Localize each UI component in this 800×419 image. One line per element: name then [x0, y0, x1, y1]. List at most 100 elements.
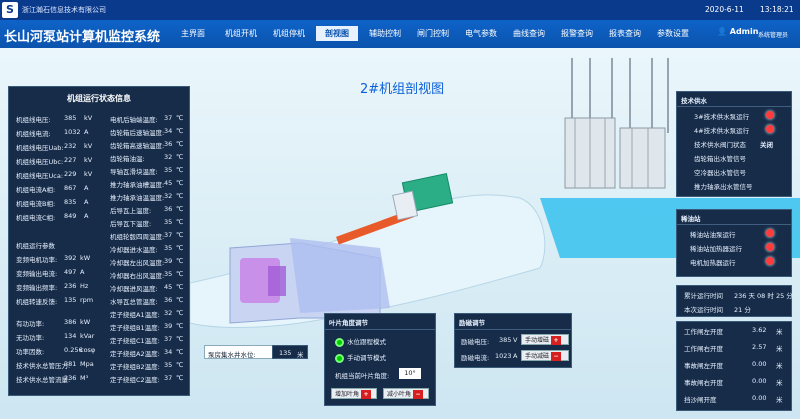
gate-opening-unit: 米 — [776, 379, 783, 387]
date-display: 2020-6-11 — [705, 5, 744, 14]
power-param-unit: kW — [80, 318, 91, 326]
power-param-unit: cosφ — [80, 346, 96, 354]
vfd-param-label: 机组运行参数 — [16, 242, 55, 250]
temp-param-value: 32 — [164, 192, 173, 200]
temp-param-label: 齿轮箱油温: — [110, 155, 145, 163]
power-param-value: 236 — [64, 374, 77, 382]
manual-increase-excitation-button[interactable]: 手动增磁 + — [521, 334, 569, 345]
excitation-title: 励磁调节 — [459, 319, 485, 327]
tab-gate-control[interactable]: 闸门控制 — [412, 26, 454, 41]
water-level-value: 135 — [279, 349, 292, 357]
manual-decrease-label: 手动减磁 — [525, 353, 550, 360]
temp-param-label: 机组轮毂四周温度: — [110, 233, 165, 241]
elec-param-value: 227 — [64, 156, 77, 164]
temp-param-label: 推力轴承油温温度: — [110, 194, 165, 202]
temp-param-value: 34 — [164, 348, 173, 356]
elec-param-value: 385 — [64, 114, 77, 122]
tech-water-item-label: 齿轮箱出水管信号 — [694, 155, 746, 163]
temp-param-unit: ℃ — [176, 348, 184, 356]
manual-decrease-excitation-button[interactable]: 手动减磁 − — [521, 350, 569, 361]
elec-param-unit: kV — [84, 142, 93, 150]
elec-param-label: 机组线电流: — [16, 130, 51, 138]
plus-icon: + — [361, 390, 372, 399]
temp-param-unit: ℃ — [176, 322, 184, 330]
gate-opening-label: 事故闸右开度 — [684, 379, 723, 387]
power-param-unit: Mpa — [80, 360, 94, 368]
temp-param-value: 36 — [164, 140, 173, 148]
temp-param-label: 定子绕组C2温度: — [110, 376, 160, 384]
elec-param-unit: A — [84, 128, 89, 136]
temp-param-unit: ℃ — [176, 335, 184, 343]
tab-unit-start[interactable]: 机组开机 — [220, 26, 262, 41]
blade-angle-input[interactable]: 10° — [399, 368, 421, 379]
temp-param-value: 34 — [164, 127, 173, 135]
tab-aux-control[interactable]: 辅助控制 — [364, 26, 406, 41]
oil-station-item-label: 稀油站加热器运行 — [690, 245, 742, 253]
runtime-label: 本次运行时间 — [684, 306, 723, 314]
temp-param-value: 35 — [164, 218, 173, 226]
temp-param-value: 35 — [164, 270, 173, 278]
elec-param-label: 机组线电压: — [16, 116, 51, 124]
unit-status-title: 机组运行状态信息 — [67, 94, 131, 103]
elec-param-label: 机组电流A相: — [16, 186, 56, 194]
temp-param-value: 32 — [164, 153, 173, 161]
oil-station-title: 稀油站 — [681, 215, 701, 223]
temp-param-label: 冷却器进水温度: — [110, 246, 158, 254]
mode-level-radio[interactable]: 水位跟程模式 — [335, 336, 386, 347]
tab-report-query[interactable]: 报表查询 — [604, 26, 646, 41]
gate-opening-value: 2.57 — [752, 343, 767, 351]
runtime-value: 236 天 08 时 25 分 — [734, 292, 793, 300]
gate-opening-value: 3.62 — [752, 326, 767, 334]
vfd-param-value: 135 — [64, 296, 77, 304]
increase-angle-button[interactable]: 增加叶角 + — [331, 388, 377, 399]
decrease-angle-button[interactable]: 减小叶角 − — [383, 388, 429, 399]
elec-param-unit: A — [84, 198, 89, 206]
vfd-param-label: 变频电机功率: — [16, 256, 58, 264]
tab-main[interactable]: 主界面 — [172, 26, 214, 41]
tech-water-item-label: 3#技术供水泵运行 — [694, 113, 750, 121]
tab-electrical[interactable]: 电气参数 — [460, 26, 502, 41]
temp-param-unit: ℃ — [176, 218, 184, 226]
excitation-current-value: 1023 — [495, 352, 512, 360]
gate-opening-value: 0.00 — [752, 360, 767, 368]
temp-param-label: 水导瓦总管温度: — [110, 298, 158, 306]
tech-water-item-label: 推力轴承出水管信号 — [694, 183, 753, 191]
elec-param-unit: kV — [84, 114, 93, 122]
temp-param-value: 37 — [164, 231, 173, 239]
elec-param-unit: A — [84, 212, 89, 220]
elec-param-label: 机组线电压Uab: — [16, 144, 64, 152]
power-param-value: 134 — [64, 332, 77, 340]
time-display: 13:18:21 — [760, 5, 794, 14]
tab-alarm-query[interactable]: 报警查询 — [556, 26, 598, 41]
temp-param-value: 45 — [164, 179, 173, 187]
tab-section-view[interactable]: 剖视图 — [316, 26, 358, 41]
temp-param-value: 39 — [164, 322, 173, 330]
gate-opening-label: 工作闸右开度 — [684, 345, 723, 353]
temp-param-label: 定子绕组C1温度: — [110, 337, 160, 345]
temp-param-value: 35 — [164, 244, 173, 252]
tech-water-item-label: 4#技术供水泵运行 — [694, 127, 750, 135]
decrease-angle-label: 减小叶角 — [387, 391, 412, 398]
temp-param-unit: ℃ — [176, 270, 184, 278]
water-level-value-box: 135 米 — [272, 345, 308, 359]
temp-param-label: 电机后轴端温度: — [110, 116, 158, 124]
user-menu[interactable]: 👤 Admin — [717, 27, 758, 36]
gate-opening-label: 挡沙闸开度 — [684, 396, 717, 404]
tab-unit-stop[interactable]: 机组停机 — [268, 26, 310, 41]
temp-param-label: 定子绕组B1温度: — [110, 324, 160, 332]
power-param-value: 386 — [64, 318, 77, 326]
elec-param-label: 机组线电压Uca: — [16, 172, 64, 180]
tab-settings[interactable]: 参数设置 — [652, 26, 694, 41]
gate-opening-value: 0.00 — [752, 394, 767, 402]
temp-param-unit: ℃ — [176, 166, 184, 174]
runtime-label: 累计运行时间 — [684, 292, 723, 300]
tab-curve-query[interactable]: 曲线查询 — [508, 26, 550, 41]
company-logo: S — [2, 2, 18, 18]
temp-param-label: 导轴瓦滑块温度: — [110, 168, 158, 176]
app-title: 长山河泵站计算机监控系统 — [4, 30, 161, 45]
mode-manual-radio[interactable]: 手动调节模式 — [335, 352, 386, 363]
temp-param-unit: ℃ — [176, 309, 184, 317]
elec-param-value: 1032 — [64, 128, 81, 136]
mode-manual-label: 手动调节模式 — [347, 354, 386, 362]
temp-param-unit: ℃ — [176, 205, 184, 213]
